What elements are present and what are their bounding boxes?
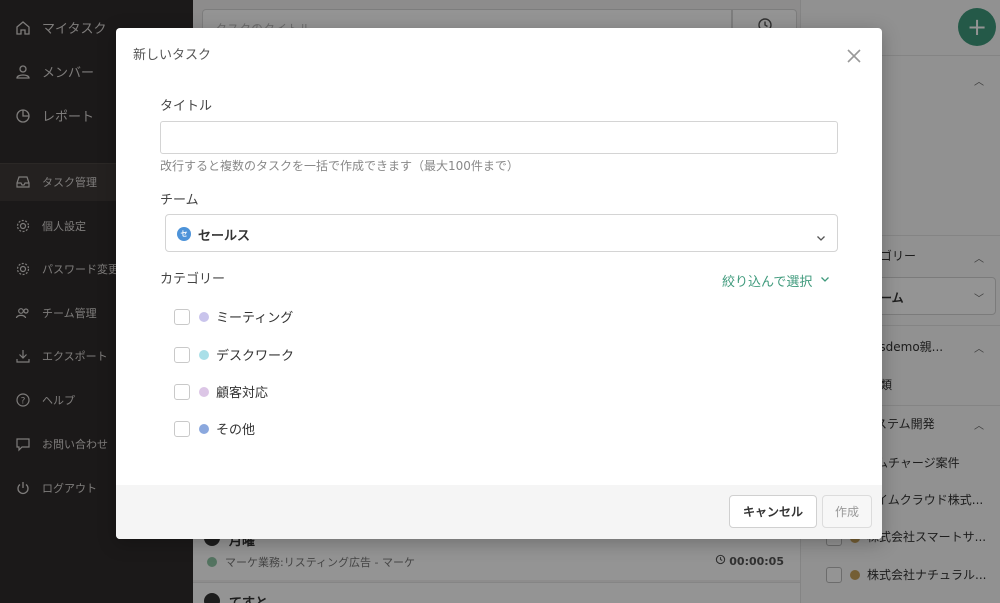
category-option-label: デスクワーク — [216, 349, 295, 364]
category-color-dot — [199, 349, 209, 360]
category-option[interactable]: 顧客対応 — [174, 382, 268, 401]
dialog-footer: キャンセル 作成 — [116, 485, 882, 539]
create-button[interactable]: 作成 — [822, 495, 872, 528]
close-icon[interactable] — [845, 47, 863, 65]
category-color-dot — [199, 386, 209, 397]
category-option[interactable]: その他 — [174, 419, 255, 438]
team-badge: セ — [177, 227, 191, 241]
title-hint: 改行すると複数のタスクを一括で作成できます（最大100件まで） — [160, 159, 519, 173]
title-label: タイトル — [160, 99, 213, 114]
category-option[interactable]: ミーティング — [174, 307, 293, 326]
category-color-dot — [199, 311, 209, 322]
category-checkbox[interactable] — [174, 346, 190, 363]
team-select[interactable]: セ セールス — [165, 214, 838, 252]
category-option[interactable]: デスクワーク — [174, 345, 294, 364]
category-option-label: ミーティング — [216, 311, 294, 326]
team-label: チーム — [160, 193, 199, 208]
cancel-button[interactable]: キャンセル — [729, 495, 817, 528]
category-label: カテゴリー — [160, 272, 226, 287]
filter-select-link[interactable]: 絞り込んで選択 — [722, 271, 830, 290]
filter-select-label: 絞り込んで選択 — [722, 275, 813, 290]
category-checkbox[interactable] — [174, 308, 190, 325]
category-checkbox[interactable] — [174, 420, 190, 437]
chevron-down-icon — [816, 228, 826, 241]
category-color-dot — [199, 423, 209, 434]
category-option-label: その他 — [216, 423, 256, 438]
category-checkbox[interactable] — [174, 383, 190, 400]
chevron-down-icon — [820, 273, 830, 288]
new-task-dialog: 新しいタスク タイトル 改行すると複数のタスクを一括で作成できます（最大100件… — [116, 28, 882, 539]
team-select-value: セールス — [198, 229, 251, 244]
category-option-label: 顧客対応 — [216, 386, 269, 401]
title-textarea[interactable] — [160, 121, 838, 154]
dialog-title: 新しいタスク — [133, 48, 212, 63]
